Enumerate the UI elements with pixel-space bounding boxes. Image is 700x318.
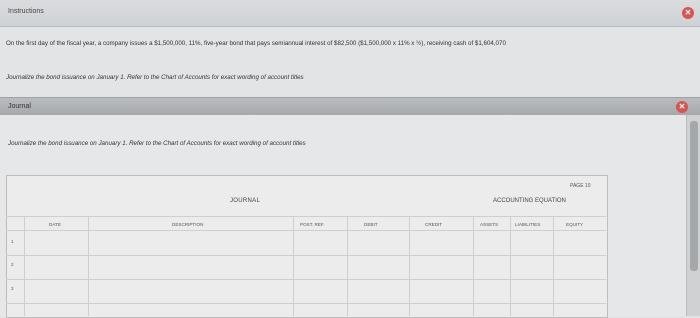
table-divider <box>6 230 606 231</box>
column-header-equity: EQUITY <box>566 222 584 227</box>
instructions-title: Instructions <box>8 8 44 15</box>
column-divider <box>409 216 410 316</box>
close-icon[interactable]: ✕ <box>682 7 694 19</box>
column-divider <box>293 216 294 316</box>
journal-sheet <box>6 175 608 318</box>
scrollbar-thumb[interactable] <box>690 121 698 271</box>
column-header-credit: CREDIT <box>425 222 443 227</box>
table-divider <box>6 279 606 280</box>
scrollbar[interactable] <box>686 115 700 316</box>
page-label: PAGE 10 <box>570 183 591 189</box>
journal-tab-label: Journal <box>8 103 31 110</box>
journal-tab-bar[interactable]: Journal ✕ <box>0 97 700 116</box>
column-divider <box>88 216 89 316</box>
column-header-assets: ASSETS <box>480 222 499 227</box>
column-divider <box>347 216 348 316</box>
column-header-description: DESCRIPTION <box>172 222 204 227</box>
journal-heading: JOURNAL <box>230 198 261 204</box>
column-header-debit: DEBIT <box>364 222 378 227</box>
instructions-task: Journalize the bond issuance on January … <box>6 74 304 81</box>
table-divider <box>6 255 606 256</box>
column-divider <box>24 216 25 316</box>
column-divider <box>553 216 554 316</box>
instructions-body: On the first day of the fiscal year, a c… <box>6 40 506 47</box>
row-number: 2 <box>11 262 14 267</box>
accounting-equation-heading: ACCOUNTING EQUATION <box>493 198 566 204</box>
column-header-date: DATE <box>49 222 61 227</box>
journal-task-text: Journalize the bond issuance on January … <box>8 140 306 147</box>
column-header-post-ref: POST. REF. <box>300 222 325 227</box>
row-number: 1 <box>11 239 14 244</box>
instructions-header: Instructions ✕ <box>0 0 700 27</box>
table-divider <box>6 216 606 217</box>
column-header-liabilities: LIABILITIES <box>515 222 541 227</box>
table-divider <box>6 303 606 304</box>
column-divider <box>510 216 511 316</box>
column-divider <box>473 216 474 316</box>
row-number: 3 <box>11 286 14 291</box>
close-icon[interactable]: ✕ <box>676 101 688 113</box>
